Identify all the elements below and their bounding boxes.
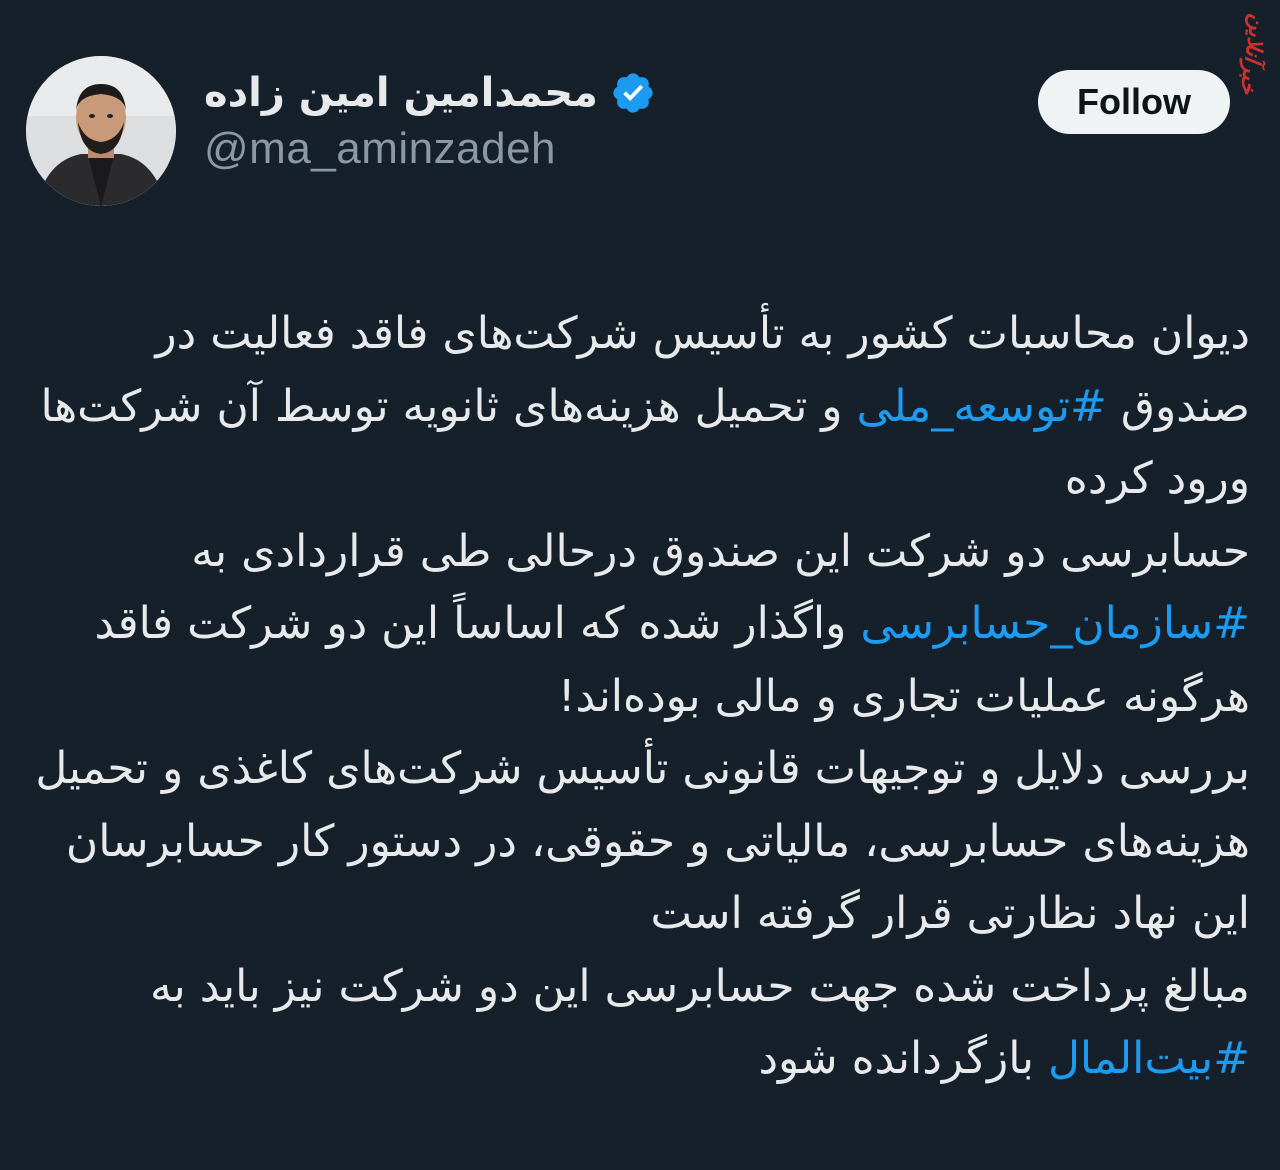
watermark-logo: خبرآنلاین — [1234, 12, 1272, 97]
tweet-body: دیوان محاسبات کشور به تأسیس شرکت‌های فاق… — [26, 298, 1250, 1096]
tweet-text-segment: بازگردانده شود — [758, 1033, 1048, 1084]
follow-button[interactable]: Follow — [1038, 70, 1230, 134]
display-name-row[interactable]: محمدامین امین زاده — [204, 70, 656, 116]
tweet-text-segment: مبالغ پرداخت شده جهت حسابرسی این دو شرکت… — [149, 960, 1250, 1012]
hashtag-link[interactable]: #توسعه_ملی — [857, 381, 1107, 432]
tweet-header: محمدامین امین زاده @ma_aminzadeh Follow — [26, 56, 1230, 206]
verified-badge-icon — [613, 73, 653, 113]
tweet-paragraph: دیوان محاسبات کشور به تأسیس شرکت‌های فاق… — [26, 298, 1250, 516]
tweet-paragraph: بررسی دلایل و توجیهات قانونی تأسیس شرکت‌… — [35, 743, 1250, 939]
user-handle[interactable]: @ma_aminzadeh — [204, 124, 656, 174]
display-name: محمدامین امین زاده — [204, 70, 598, 116]
tweet-text-segment: حسابرسی دو شرکت این صندوق درحالی طی قرار… — [191, 525, 1250, 577]
hashtag-link[interactable]: #بیت‌المال — [1048, 1033, 1250, 1084]
tweet-paragraph: مبالغ پرداخت شده جهت حسابرسی این دو شرکت… — [26, 951, 1250, 1096]
tweet-paragraph: حسابرسی دو شرکت این صندوق درحالی طی قرار… — [26, 516, 1250, 734]
user-info: محمدامین امین زاده @ma_aminzadeh — [204, 70, 656, 174]
avatar[interactable] — [26, 56, 176, 206]
avatar-image — [26, 56, 176, 206]
hashtag-link[interactable]: #سازمان_حسابرسی — [860, 598, 1250, 649]
